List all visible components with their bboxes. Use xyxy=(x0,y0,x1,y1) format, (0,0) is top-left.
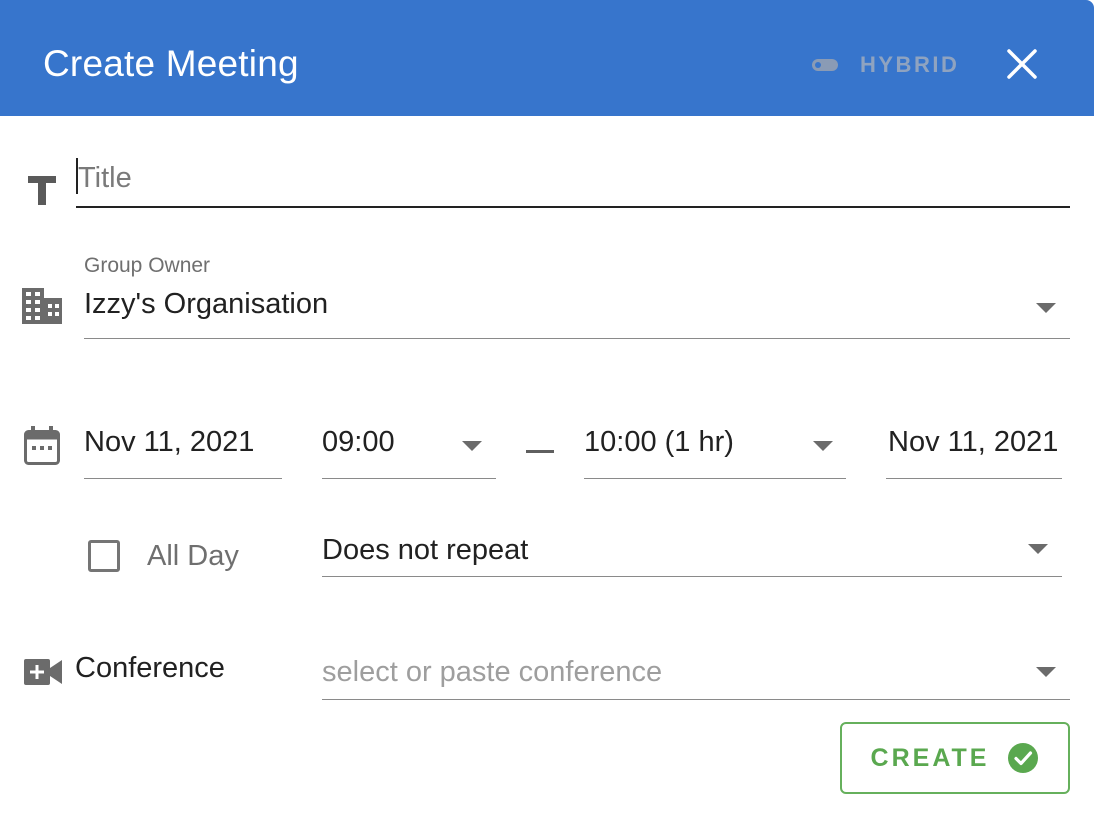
create-meeting-dialog: Create Meeting HYBRID Group Owner Izz xyxy=(0,0,1096,818)
calendar-icon xyxy=(24,426,60,465)
start-date-value: Nov 11, 2021 xyxy=(84,426,255,458)
text-title-icon xyxy=(28,176,56,205)
chevron-down-icon xyxy=(1036,303,1056,313)
start-date-field[interactable]: Nov 11, 2021 xyxy=(84,424,282,480)
close-icon xyxy=(1007,49,1037,79)
close-button[interactable] xyxy=(1004,46,1040,82)
group-owner-value: Izzy's Organisation xyxy=(84,288,329,320)
conference-label: Conference xyxy=(75,652,225,684)
conference-select[interactable]: select or paste conference xyxy=(322,654,1070,700)
chevron-down-icon xyxy=(1028,544,1048,554)
building-icon xyxy=(22,288,62,324)
start-time-select[interactable]: 09:00 xyxy=(322,424,496,480)
create-label: CREATE xyxy=(870,743,990,772)
hybrid-toggle[interactable]: HYBRID xyxy=(812,52,959,78)
dialog-header: Create Meeting HYBRID xyxy=(0,0,1094,116)
conference-placeholder: select or paste conference xyxy=(322,656,663,688)
all-day-checkbox[interactable] xyxy=(88,540,120,572)
create-button[interactable]: CREATE xyxy=(840,722,1070,794)
group-owner-select[interactable]: Izzy's Organisation xyxy=(84,284,1070,340)
title-input[interactable] xyxy=(76,150,1070,208)
end-date-value: Nov 11, 2021 xyxy=(888,426,1059,458)
all-day-label: All Day xyxy=(147,540,239,572)
chevron-down-icon xyxy=(462,441,482,451)
repeat-value: Does not repeat xyxy=(322,534,529,566)
hybrid-label: HYBRID xyxy=(860,52,960,77)
video-add-icon xyxy=(24,659,62,685)
end-date-field[interactable]: Nov 11, 2021 xyxy=(886,424,1062,480)
group-owner-label: Group Owner xyxy=(84,254,211,277)
end-time-select[interactable]: 10:00 (1 hr) xyxy=(584,424,846,480)
end-time-value: 10:00 (1 hr) xyxy=(584,426,734,458)
repeat-select[interactable]: Does not repeat xyxy=(322,530,1062,578)
text-caret xyxy=(76,158,78,194)
dialog-title: Create Meeting xyxy=(43,43,299,84)
chevron-down-icon xyxy=(813,441,833,451)
time-range-dash xyxy=(526,450,554,453)
start-time-value: 09:00 xyxy=(322,426,395,458)
chevron-down-icon xyxy=(1036,667,1056,677)
toggle-icon xyxy=(812,59,838,71)
check-circle-icon xyxy=(1008,743,1039,773)
